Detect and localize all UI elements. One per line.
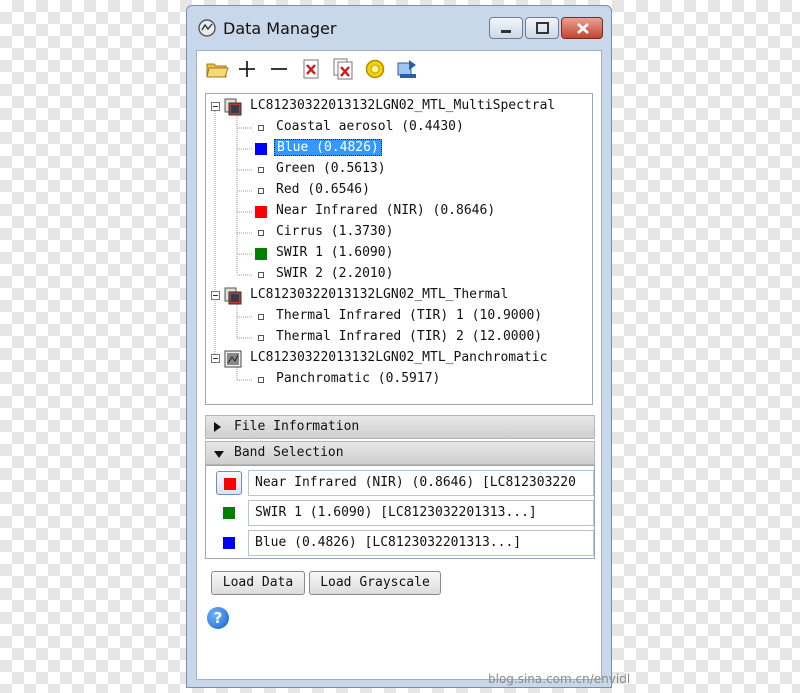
tree-band-swir1[interactable]: SWIR 1 (1.6090)	[274, 243, 395, 263]
band-color-indicator	[258, 230, 264, 236]
band-color-indicator	[255, 206, 267, 218]
tree-band-cirrus[interactable]: Cirrus (1.3730)	[274, 222, 395, 242]
band-selection-header[interactable]: Band Selection	[205, 441, 595, 465]
export-icon[interactable]	[395, 57, 419, 81]
close-all-files-icon[interactable]	[331, 57, 355, 81]
blue-channel-field[interactable]: Blue (0.4826) [LC8123032201313...]	[248, 530, 594, 556]
tree-file-multispectral[interactable]: LC81230322013132LGN02_MTL_MultiSpectral	[248, 96, 557, 116]
title-bar[interactable]: Data Manager	[187, 6, 611, 50]
tree-band-swir2[interactable]: SWIR 2 (2.2010)	[274, 264, 395, 284]
close-file-icon[interactable]	[299, 57, 323, 81]
close-button[interactable]	[561, 17, 603, 39]
minimize-icon	[501, 30, 511, 33]
load-data-button[interactable]: Load Data	[211, 571, 305, 595]
tree-file-thermal[interactable]: LC81230322013132LGN02_MTL_Thermal	[248, 285, 510, 305]
multispectral-file-icon	[224, 98, 242, 116]
window-title: Data Manager	[223, 19, 337, 38]
file-information-header[interactable]: File Information	[205, 415, 595, 439]
watermark: blog.sina.com.cn/envidl	[488, 672, 631, 686]
close-icon	[577, 23, 589, 34]
blue-swatch	[223, 537, 235, 549]
band-color-indicator	[258, 377, 264, 383]
add-icon[interactable]	[235, 57, 259, 81]
tree-band-nir[interactable]: Near Infrared (NIR) (0.8646)	[274, 201, 497, 221]
green-swatch	[223, 507, 235, 519]
help-icon[interactable]: ?	[207, 607, 229, 629]
collapse-toggle-multispectral[interactable]	[211, 102, 220, 111]
green-channel-button[interactable]	[216, 501, 242, 525]
band-color-indicator	[255, 248, 267, 260]
open-folder-icon[interactable]	[205, 57, 229, 81]
pin-icon[interactable]	[363, 57, 387, 81]
green-channel-field[interactable]: SWIR 1 (1.6090) [LC8123032201313...]	[248, 500, 594, 526]
tree-band-blue[interactable]: Blue (0.4826)	[274, 138, 382, 158]
panchromatic-file-icon	[224, 350, 242, 368]
red-swatch	[224, 478, 236, 490]
band-selection-list: Near Infrared (NIR) (0.8646) [LC81230322…	[205, 465, 595, 559]
band-color-indicator	[258, 188, 264, 194]
band-color-indicator	[258, 314, 264, 320]
maximize-icon	[536, 22, 549, 34]
minimize-button[interactable]	[489, 17, 523, 39]
band-color-indicator	[258, 167, 264, 173]
tree-file-panchromatic[interactable]: LC81230322013132LGN02_MTL_Panchromatic	[248, 348, 549, 368]
red-channel-button[interactable]	[216, 471, 242, 495]
tree-band-coastal-aerosol[interactable]: Coastal aerosol (0.4430)	[274, 117, 466, 137]
load-grayscale-button[interactable]: Load Grayscale	[309, 571, 441, 595]
band-color-indicator	[258, 335, 264, 341]
expand-arrow-icon	[214, 422, 221, 432]
band-slot-red: Near Infrared (NIR) (0.8646) [LC81230322…	[206, 468, 594, 496]
collapse-toggle-panchromatic[interactable]	[211, 354, 220, 363]
band-color-indicator	[258, 125, 264, 131]
toolbar	[197, 51, 601, 87]
band-slot-blue: Blue (0.4826) [LC8123032201313...]	[206, 528, 594, 556]
tree-band-green[interactable]: Green (0.5613)	[274, 159, 388, 179]
blue-channel-button[interactable]	[216, 531, 242, 555]
layer-tree[interactable]: LC81230322013132LGN02_MTL_MultiSpectral …	[205, 93, 593, 405]
collapse-arrow-icon	[214, 451, 224, 458]
maximize-button[interactable]	[525, 17, 559, 39]
tree-band-tir2[interactable]: Thermal Infrared (TIR) 2 (12.0000)	[274, 327, 544, 347]
band-color-indicator	[258, 272, 264, 278]
data-manager-panel: LC81230322013132LGN02_MTL_MultiSpectral …	[196, 50, 602, 680]
red-channel-field[interactable]: Near Infrared (NIR) (0.8646) [LC81230322…	[248, 470, 594, 496]
collapse-toggle-thermal[interactable]	[211, 291, 220, 300]
tree-band-tir1[interactable]: Thermal Infrared (TIR) 1 (10.9000)	[274, 306, 544, 326]
tree-band-panchromatic[interactable]: Panchromatic (0.5917)	[274, 369, 442, 389]
data-manager-window: Data Manager LC81230322013132LGN02_MTL_M…	[186, 5, 612, 688]
band-color-indicator	[255, 143, 267, 155]
band-slot-green: SWIR 1 (1.6090) [LC8123032201313...]	[206, 498, 594, 526]
thermal-file-icon	[224, 287, 242, 305]
tree-band-red[interactable]: Red (0.6546)	[274, 180, 372, 200]
remove-icon[interactable]	[267, 57, 291, 81]
data-manager-icon	[198, 19, 216, 37]
